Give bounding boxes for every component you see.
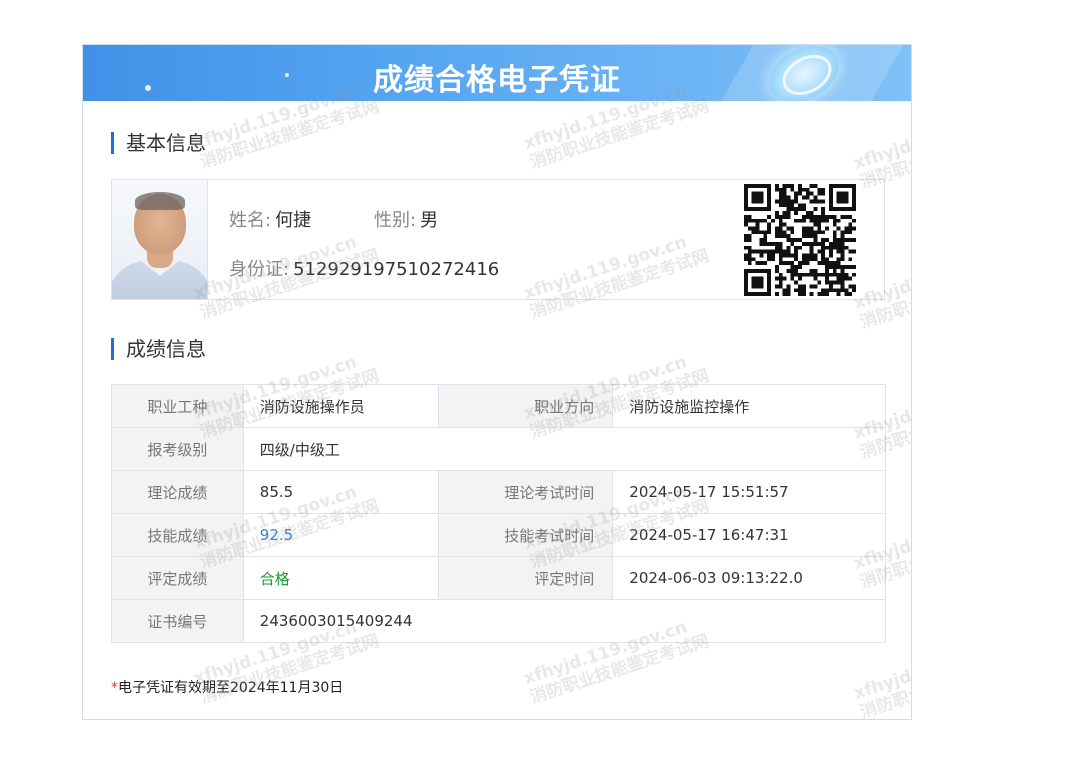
table-row: 职业工种 消防设施操作员 职业方向 消防设施监控操作 [111, 384, 886, 428]
skill-time-label: 技能考试时间 [437, 513, 614, 557]
theory-score-label: 理论成绩 [111, 470, 244, 514]
theory-time-value: 2024-05-17 15:51:57 [612, 470, 886, 514]
name-value: 何捷 [275, 210, 312, 231]
header-banner: 成绩合格电子凭证 [83, 45, 911, 101]
table-row: 评定成绩 合格 评定时间 2024-06-03 09:13:22.0 [111, 556, 886, 600]
page-title: 成绩合格电子凭证 [373, 63, 621, 98]
skill-score-value: 92.5 [242, 513, 439, 557]
validity-text: 电子凭证有效期至2024年11月30日 [118, 680, 344, 696]
name-field: 姓名: 何捷 [229, 206, 311, 232]
occupation-value: 消防设施操作员 [242, 384, 439, 428]
table-row: 报考级别 四级/中级工 [111, 427, 887, 471]
name-label: 姓名: [229, 210, 272, 231]
score-info-heading: 成绩信息 [111, 338, 206, 360]
theory-time-label: 理论考试时间 [437, 470, 614, 514]
id-label: 身份证: [229, 259, 290, 280]
eval-time-label: 评定时间 [437, 556, 614, 600]
gender-field: 性别: 男 [374, 206, 438, 232]
person-photo [112, 180, 208, 299]
table-row: 理论成绩 85.5 理论考试时间 2024-05-17 15:51:57 [111, 470, 886, 514]
certificate-card: 成绩合格电子凭证 基本信息 姓名: 何捷 性别: 男 身份证: 51292919751… [82, 44, 912, 720]
gender-value: 男 [420, 210, 439, 231]
score-table: 职业工种 消防设施操作员 职业方向 消防设施监控操作 报考级别 四级/中级工 理… [111, 384, 887, 643]
theory-score-value: 85.5 [242, 470, 439, 514]
gender-label: 性别: [374, 210, 417, 231]
cert-number-label: 证书编号 [111, 599, 244, 643]
cert-number-value: 2436003015409244 [242, 599, 887, 643]
table-row: 技能成绩 92.5 技能考试时间 2024-05-17 16:47:31 [111, 513, 886, 557]
direction-label: 职业方向 [437, 384, 614, 428]
basic-info-box: 姓名: 何捷 性别: 男 身份证: 512929197510272416 [111, 179, 885, 300]
eval-time-value: 2024-06-03 09:13:22.0 [612, 556, 886, 600]
skill-score-label: 技能成绩 [111, 513, 244, 557]
occupation-label: 职业工种 [111, 384, 244, 428]
table-row: 证书编号 2436003015409244 [111, 599, 887, 643]
level-value: 四级/中级工 [242, 427, 887, 471]
required-star: * [111, 680, 118, 696]
eval-result-value: 合格 [242, 556, 439, 600]
id-value: 512929197510272416 [293, 259, 500, 280]
eval-result-label: 评定成绩 [111, 556, 244, 600]
id-field: 身份证: 512929197510272416 [229, 255, 499, 281]
skill-time-value: 2024-05-17 16:47:31 [612, 513, 886, 557]
qr-code-icon [744, 184, 856, 296]
level-label: 报考级别 [111, 427, 244, 471]
direction-value: 消防设施监控操作 [612, 384, 886, 428]
basic-info-heading: 基本信息 [111, 132, 206, 154]
validity-note: *电子凭证有效期至2024年11月30日 [111, 677, 343, 697]
